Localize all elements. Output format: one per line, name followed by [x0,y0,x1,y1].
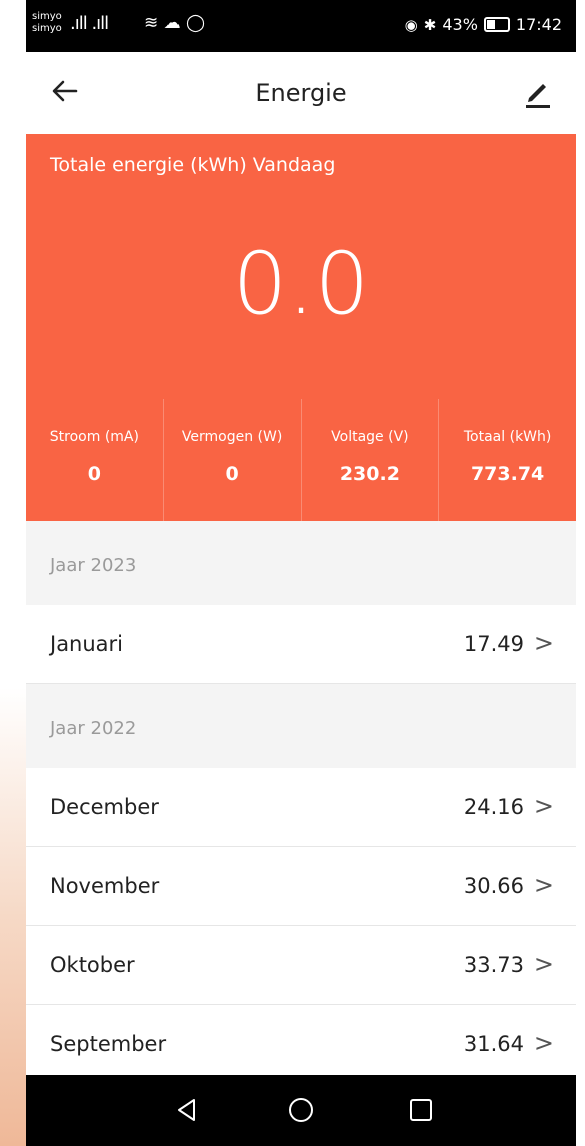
year-label: Jaar 2023 [50,555,137,576]
stat-voltage: Voltage (V) 230.2 [300,399,439,521]
year-label: Jaar 2022 [50,718,137,739]
chevron-right-icon: > [533,1029,554,1057]
phone-screen: simyo simyo .ıll .ıll ≋ ☁ ◯ ◉ ✱ 43% 17:4… [26,0,576,1146]
list-item[interactable]: Januari 17.49 > [26,605,576,684]
home-circle-icon [289,1098,313,1122]
month-value: 31.64 [463,1032,524,1056]
year-section-header: Jaar 2023 [26,521,576,605]
eye-icon: ◉ [404,15,418,34]
month-value: 33.73 [463,953,524,977]
app-bar: Energie [26,52,576,134]
month-label: November [50,874,160,898]
chevron-right-icon: > [533,871,554,899]
stat-label: Stroom (mA) [49,429,139,445]
month-value: 17.49 [463,632,524,656]
month-label: December [50,795,159,819]
chevron-right-icon: > [533,792,554,820]
chevron-right-icon: > [533,629,554,657]
stat-value: 0 [225,463,239,485]
stat-value: 0 [87,463,101,485]
battery-icon [483,17,510,32]
month-label: Januari [50,632,124,656]
energy-summary-card: Totale energie (kWh) Vandaag 0.0 Stroom … [26,134,576,521]
today-energy-label: Totale energie (kWh) Vandaag [50,154,336,176]
year-section-header: Jaar 2022 [26,684,576,768]
stat-total: Totaal (kWh) 773.74 [438,399,576,521]
status-bar: simyo simyo .ıll .ıll ≋ ☁ ◯ ◉ ✱ 43% 17:4… [26,0,576,52]
monthly-energy-list: Jaar 2023 Januari 17.49 > Jaar 2022 Dece… [26,521,576,1084]
list-item[interactable]: September 31.64 > [26,1005,576,1084]
nav-recents-button[interactable] [406,1095,436,1125]
battery-percent: 43% [442,15,478,34]
back-triangle-icon [178,1099,195,1121]
stat-label: Totaal (kWh) [463,429,552,445]
system-nav-bar [26,1075,576,1146]
clock: 17:42 [515,15,562,34]
list-item[interactable]: Oktober 33.73 > [26,926,576,1005]
edit-button[interactable] [520,74,554,110]
signal-icon: .ıll .ıll [70,13,109,34]
month-label: Oktober [50,953,135,977]
carrier-line-1: simyo [32,11,62,22]
stats-row: Stroom (mA) 0 Vermogen (W) 0 Voltage (V)… [26,399,576,521]
carrier-label: simyo simyo [32,11,62,35]
carrier-line-2: simyo [32,23,62,34]
page-title: Energie [255,79,347,107]
list-item[interactable]: November 30.66 > [26,847,576,926]
pencil-icon [526,84,550,108]
stat-current: Stroom (mA) 0 [26,399,163,521]
stat-label: Vermogen (W) [181,429,283,445]
recents-square-icon [410,1099,432,1121]
wallpaper-right [576,0,585,1146]
stat-power: Vermogen (W) 0 [162,399,301,521]
nav-back-button[interactable] [172,1095,202,1125]
stat-value: 773.74 [470,463,545,485]
nav-home-button[interactable] [286,1095,316,1125]
month-value: 24.16 [463,795,524,819]
wallpaper-left [0,0,26,1146]
stat-value: 230.2 [339,463,400,485]
wifi-icon: ≋ ☁ ◯ [144,13,206,33]
stat-label: Voltage (V) [331,429,409,445]
month-value: 30.66 [463,874,524,898]
list-item[interactable]: December 24.16 > [26,768,576,847]
status-right: ◉ ✱ 43% 17:42 [405,15,562,34]
bluetooth-icon: ✱ [423,15,437,34]
month-label: September [50,1032,167,1056]
chevron-right-icon: > [533,950,554,978]
today-energy-value: 0.0 [232,234,370,334]
